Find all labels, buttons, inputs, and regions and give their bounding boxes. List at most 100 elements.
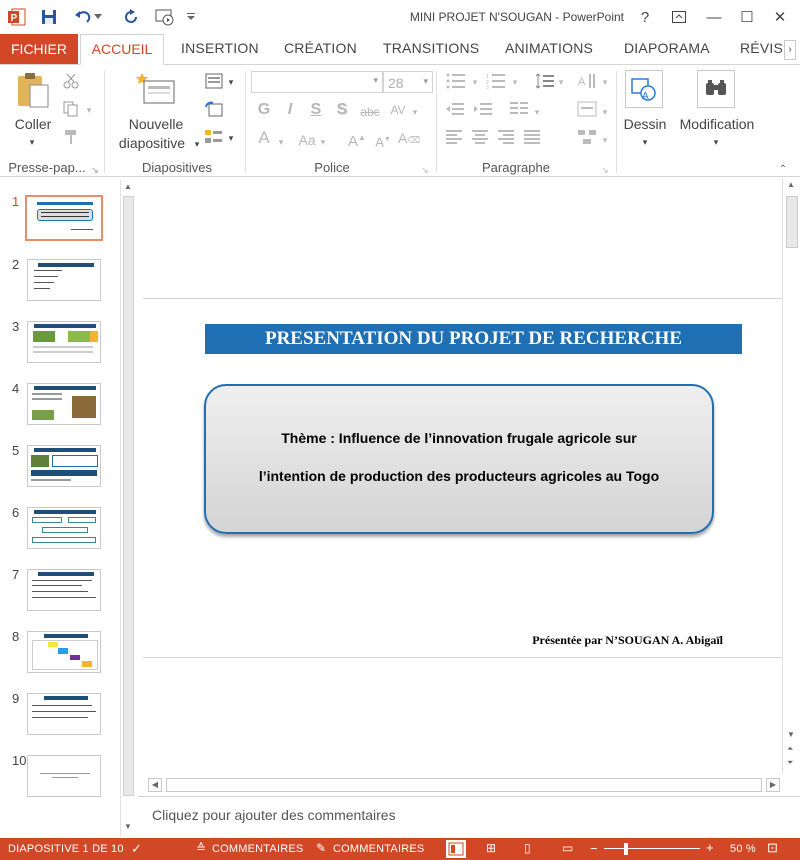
previous-slide-icon[interactable]: ⏶	[787, 744, 793, 754]
section-icon[interactable]	[204, 129, 224, 147]
zoom-level[interactable]: 50 %	[730, 843, 756, 855]
slide-thumbnail-2[interactable]	[27, 259, 101, 301]
scroll-up-icon[interactable]: ▲	[787, 180, 795, 189]
slide-thumbnail-6[interactable]	[27, 507, 101, 549]
notes-pane[interactable]: Cliquez pour ajouter des commentaires	[138, 796, 800, 836]
slide-thumbnail-8[interactable]	[27, 631, 101, 673]
layout-dropdown-icon[interactable]: ▾	[226, 73, 236, 91]
line-spacing-dropdown-icon[interactable]: ▾	[556, 73, 566, 91]
help-button[interactable]: ?	[632, 6, 658, 28]
columns-icon[interactable]	[508, 101, 530, 119]
section-dropdown-icon[interactable]: ▾	[226, 129, 236, 147]
ribbon-display-options-icon[interactable]	[666, 6, 692, 28]
scrollbar-thumb[interactable]	[166, 778, 762, 792]
comments-icon[interactable]: ✎	[316, 841, 326, 855]
copy-dropdown-icon[interactable]: ▾	[84, 101, 94, 119]
character-spacing-button[interactable]: AV	[388, 101, 408, 119]
notes-toggle-label[interactable]: COMMENTAIRES	[212, 843, 303, 855]
slide-thumbnail-10[interactable]	[27, 755, 101, 797]
scroll-down-icon[interactable]: ▼	[787, 730, 795, 739]
slide-thumbnail-9[interactable]	[27, 693, 101, 735]
scroll-down-icon[interactable]: ▼	[124, 822, 132, 831]
tab-accueil[interactable]: ACCUEIL	[80, 34, 164, 65]
collapse-ribbon-icon[interactable]: ⌃	[776, 161, 790, 179]
editor-vertical-scrollbar[interactable]: ▲ ▼ ⏶ ⏷	[782, 178, 800, 774]
font-size-dropdown[interactable]: 28 ▾	[383, 71, 433, 93]
clipboard-launcher-icon[interactable]: ↘	[90, 161, 100, 179]
cut-icon[interactable]	[62, 73, 80, 91]
increase-indent-icon[interactable]	[472, 101, 494, 119]
align-center-icon[interactable]	[470, 129, 490, 147]
tab-transitions[interactable]: TRANSITIONS	[383, 40, 479, 56]
presenter-name[interactable]: Présentée par N’SOUGAN A. Abigaïl	[523, 633, 723, 648]
spacing-dropdown-icon[interactable]: ▾	[410, 103, 420, 121]
underline-button[interactable]: S	[308, 101, 324, 119]
thumbnail-scrollbar[interactable]: ▲ ▼	[120, 180, 136, 836]
new-slide-dropdown-icon[interactable]: ▾	[192, 135, 202, 153]
smartart-icon[interactable]	[576, 129, 598, 147]
scrollbar-thumb[interactable]	[123, 196, 134, 796]
font-color-dropdown-icon[interactable]: ▾	[276, 133, 286, 151]
tab-animations[interactable]: ANIMATIONS	[505, 40, 593, 56]
format-painter-icon[interactable]	[62, 129, 80, 147]
minimize-button[interactable]: —	[701, 6, 727, 28]
tab-revision[interactable]: RÉVISI	[740, 40, 787, 56]
bullets-icon[interactable]	[444, 73, 468, 91]
change-case-dropdown-icon[interactable]: ▾	[318, 133, 328, 151]
notes-placeholder[interactable]: Cliquez pour ajouter des commentaires	[152, 807, 396, 823]
decrease-indent-icon[interactable]	[444, 101, 466, 119]
scrollbar-thumb[interactable]	[786, 196, 798, 248]
drawing-shapes-icon[interactable]: A	[625, 70, 663, 108]
grow-font-icon[interactable]: A▲	[348, 129, 366, 151]
zoom-in-icon[interactable]: +	[706, 840, 714, 855]
scroll-up-icon[interactable]: ▲	[124, 182, 132, 191]
slide-sorter-icon[interactable]: ⊞	[486, 841, 496, 855]
editing-dropdown-icon[interactable]: ▾	[711, 133, 721, 151]
slideshow-view-icon[interactable]: ▭	[562, 841, 574, 855]
align-text-dropdown-icon[interactable]: ▾	[600, 103, 610, 121]
close-button[interactable]: ✕	[767, 6, 793, 28]
comments-label[interactable]: COMMENTAIRES	[333, 843, 424, 855]
new-slide-icon[interactable]	[132, 71, 180, 111]
italic-button[interactable]: I	[282, 101, 298, 119]
new-slide-label-1[interactable]: Nouvelle	[118, 115, 194, 133]
scroll-tabs-right-icon[interactable]: ›	[784, 40, 796, 60]
font-name-dropdown[interactable]: ▾	[251, 71, 383, 93]
align-text-icon[interactable]	[576, 101, 598, 119]
align-left-icon[interactable]	[444, 129, 464, 147]
editing-label[interactable]: Modification	[672, 115, 762, 133]
bold-button[interactable]: G	[256, 101, 272, 119]
slide-thumbnail-3[interactable]	[27, 321, 101, 363]
slide-thumbnail-5[interactable]	[27, 445, 101, 487]
find-binoculars-icon[interactable]	[697, 70, 735, 108]
reset-slide-icon[interactable]	[204, 101, 224, 119]
spell-check-icon[interactable]: ✓	[131, 841, 142, 857]
text-shadow-button[interactable]: S	[334, 101, 350, 119]
tab-fichier[interactable]: FICHIER	[0, 34, 78, 64]
layout-icon[interactable]	[204, 73, 224, 91]
editor-horizontal-scrollbar[interactable]: ◀ ▶	[144, 776, 782, 794]
new-slide-label-2[interactable]: diapositive	[112, 134, 192, 152]
drawing-dropdown-icon[interactable]: ▾	[640, 133, 650, 151]
shrink-font-icon[interactable]: A▼	[374, 131, 392, 151]
drawing-label[interactable]: Dessin	[620, 115, 670, 133]
slide-thumbnail-1[interactable]	[25, 195, 103, 241]
current-slide[interactable]: PRESENTATION DU PROJET DE RECHERCHE Thèm…	[143, 298, 782, 658]
tab-diaporama[interactable]: DIAPORAMA	[624, 40, 710, 56]
theme-text-box[interactable]: Thème : Influence de l’innovation frugal…	[204, 384, 714, 534]
copy-icon[interactable]	[62, 101, 80, 119]
paste-dropdown-icon[interactable]: ▾	[22, 133, 42, 151]
scroll-left-icon[interactable]: ◀	[148, 778, 162, 792]
font-launcher-icon[interactable]: ↘	[420, 161, 430, 179]
fit-to-window-icon[interactable]: ⊡	[767, 840, 778, 856]
text-direction-dropdown-icon[interactable]: ▾	[600, 73, 610, 91]
align-right-icon[interactable]	[496, 129, 516, 147]
notes-toggle-icon[interactable]: ≙	[196, 841, 206, 855]
tab-creation[interactable]: CRÉATION	[284, 40, 357, 56]
slide-title-banner[interactable]: PRESENTATION DU PROJET DE RECHERCHE	[205, 324, 742, 354]
clear-formatting-icon[interactable]: A⌫	[398, 129, 420, 149]
maximize-button[interactable]: ☐	[734, 6, 760, 28]
change-case-button[interactable]: Aa	[296, 131, 318, 149]
font-color-button[interactable]: A	[256, 129, 272, 147]
zoom-slider[interactable]	[604, 848, 700, 849]
